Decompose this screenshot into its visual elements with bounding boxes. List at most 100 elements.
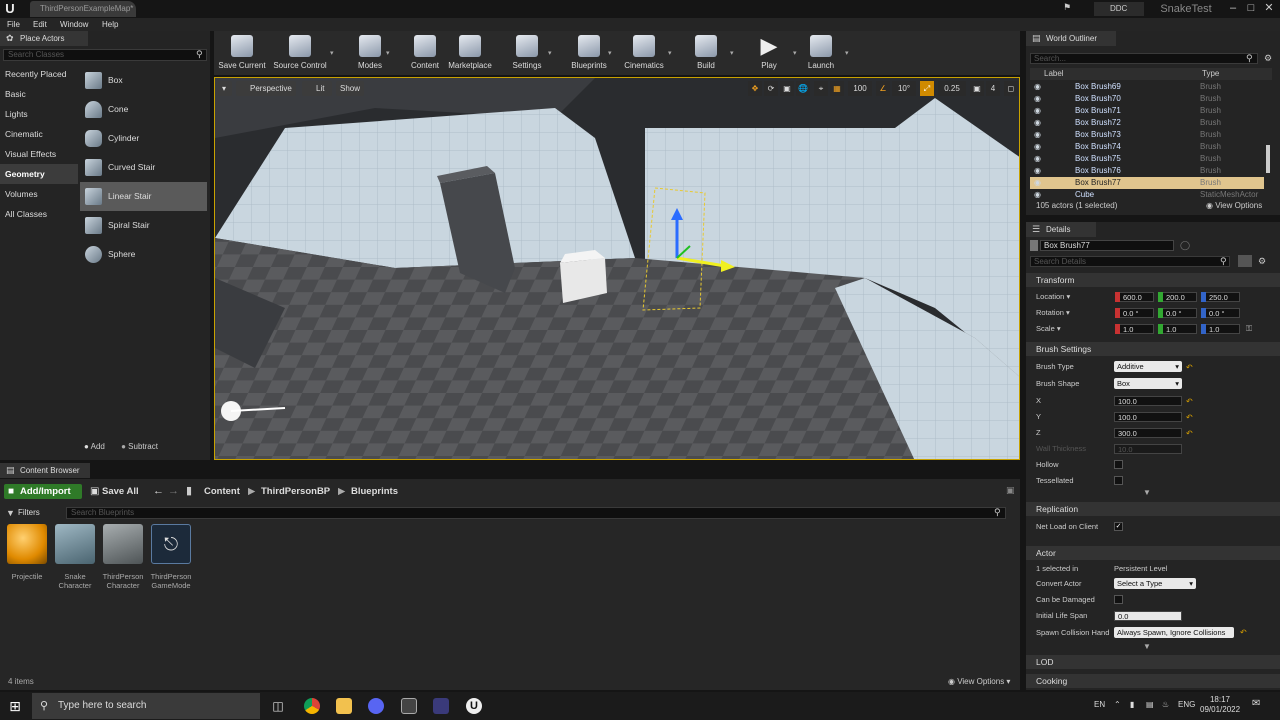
settings-button[interactable]: Settings — [499, 33, 555, 73]
outliner-settings-icon[interactable]: ⚙ — [1264, 53, 1272, 64]
snake-character-asset-thumbnail[interactable] — [55, 524, 95, 564]
rotate-icon[interactable]: ⟳ — [764, 81, 778, 96]
visibility-eye-icon[interactable]: ◉ — [1034, 129, 1041, 141]
convert-actor-select[interactable]: Select a Type ▾ — [1114, 578, 1196, 589]
rotation-label[interactable]: Rotation ▾ — [1036, 307, 1070, 319]
discord-icon[interactable] — [368, 698, 384, 714]
category-basic[interactable]: Basic — [0, 84, 78, 104]
gamemode-asset-thumbnail[interactable]: ⎋ — [151, 524, 191, 564]
windows-start-icon[interactable]: ⊞ — [0, 692, 30, 720]
category-cinematic[interactable]: Cinematic — [0, 124, 78, 144]
back-arrow-icon[interactable]: ← — [153, 484, 164, 499]
brush-y-input[interactable]: 100.0 — [1114, 412, 1182, 422]
rotation-y-input[interactable]: 0.0 ° — [1158, 308, 1197, 318]
shape-sphere[interactable]: Sphere — [80, 240, 207, 269]
viewport-scene[interactable] — [215, 78, 1020, 460]
lock-icon[interactable]: ◯ — [1180, 240, 1190, 251]
volume-icon[interactable]: ♨ — [1162, 700, 1169, 709]
chevron-down-icon[interactable]: ▾ — [668, 49, 674, 57]
breadcrumb-thirdpersonbp[interactable]: ThirdPersonBP — [261, 484, 330, 499]
net-load-checkbox[interactable]: ✓ — [1114, 522, 1123, 531]
projectile-asset-thumbnail[interactable] — [7, 524, 47, 564]
category-volumes[interactable]: Volumes — [0, 184, 78, 204]
shape-curved-stair[interactable]: Curved Stair — [80, 153, 207, 182]
menu-file[interactable]: File — [7, 18, 20, 31]
shape-linear-stair[interactable]: Linear Stair — [80, 182, 207, 211]
reset-arrow-icon[interactable]: ↶ — [1186, 363, 1193, 372]
breadcrumb-blueprints[interactable]: Blueprints — [351, 484, 398, 499]
reset-arrow-icon[interactable]: ↶ — [1186, 413, 1193, 422]
initial-life-span-input[interactable]: 0.0 — [1114, 611, 1182, 621]
expand-advanced-icon[interactable]: ▼ — [1143, 488, 1151, 497]
shape-cylinder[interactable]: Cylinder — [80, 124, 207, 153]
menu-help[interactable]: Help — [102, 18, 118, 31]
cooking-section-header[interactable]: Cooking — [1026, 674, 1280, 688]
outliner-row[interactable]: ◉ Box Brush74 Brush — [1030, 141, 1264, 153]
actor-section-header[interactable]: Actor — [1026, 546, 1280, 560]
scale-snap-value[interactable]: 0.25 — [938, 81, 966, 96]
task-view-icon[interactable]: ◫ — [270, 698, 286, 714]
details-search-input[interactable]: Search Details — [1030, 256, 1230, 267]
lock-icon[interactable]: ▣ — [1006, 485, 1015, 496]
col-type[interactable]: Type — [1202, 69, 1219, 78]
chevron-down-icon[interactable]: ▾ — [386, 49, 392, 57]
play-button[interactable]: ▶ Play — [741, 33, 797, 73]
add-import-button[interactable]: Add/Import — [4, 484, 82, 499]
outliner-row[interactable]: ◉ Box Brush75 Brush — [1030, 153, 1264, 165]
save-current-button[interactable]: Save Current — [214, 33, 270, 73]
notifications-icon[interactable]: ✉ — [1252, 698, 1260, 709]
close-icon[interactable]: ✕ — [1260, 0, 1278, 18]
location-z-input[interactable]: 250.0 — [1201, 292, 1240, 302]
brush-z-input[interactable]: 300.0 — [1114, 428, 1182, 438]
search-blueprints-input[interactable]: Search Blueprints — [66, 507, 1006, 519]
file-explorer-icon[interactable] — [336, 698, 352, 714]
outliner-search-input[interactable]: Search... — [1030, 53, 1258, 64]
can-be-damaged-checkbox[interactable] — [1114, 595, 1123, 604]
grid-snap-value[interactable]: 100 — [848, 81, 872, 96]
search-icon[interactable]: ⚲ — [994, 507, 1001, 518]
visibility-eye-icon[interactable]: ◉ — [1034, 177, 1041, 189]
grid-snap-icon[interactable]: ▦ — [830, 81, 844, 96]
outliner-row[interactable]: ◉ Cube StaticMeshActor — [1030, 189, 1264, 201]
visibility-eye-icon[interactable]: ◉ — [1034, 189, 1041, 201]
build-button[interactable]: Build — [678, 33, 734, 73]
world-local-icon[interactable]: 🌐 — [796, 81, 810, 96]
network-icon[interactable]: ▤ — [1146, 700, 1154, 709]
rotation-x-input[interactable]: 0.0 ° — [1115, 308, 1154, 318]
outliner-row[interactable]: ◉ Box Brush76 Brush — [1030, 165, 1264, 177]
location-x-input[interactable]: 600.0 — [1115, 292, 1154, 302]
spawn-collision-select[interactable]: Always Spawn, Ignore Collisions — [1114, 627, 1234, 638]
location-y-input[interactable]: 200.0 — [1158, 292, 1197, 302]
chevron-down-icon[interactable]: ▾ — [730, 49, 736, 57]
brush-shape-select[interactable]: Box ▾ — [1114, 378, 1182, 389]
brush-settings-section-header[interactable]: Brush Settings — [1026, 342, 1280, 356]
scale-label[interactable]: Scale ▾ — [1036, 323, 1061, 335]
tessellated-checkbox[interactable] — [1114, 476, 1123, 485]
expand-advanced-icon[interactable]: ▼ — [1143, 642, 1151, 651]
chevron-down-icon[interactable]: ▾ — [330, 49, 336, 57]
brush-type-select[interactable]: Additive ▾ — [1114, 361, 1182, 372]
shape-box[interactable]: Box — [80, 66, 207, 95]
map-tab[interactable]: ThirdPersonExampleMap* — [30, 1, 136, 17]
outliner-row[interactable]: ◉ Box Brush69 Brush — [1030, 81, 1264, 93]
category-lights[interactable]: Lights — [0, 104, 78, 124]
translate-icon[interactable]: ✥ — [748, 81, 762, 96]
add-radio-icon[interactable]: ● — [84, 442, 89, 451]
ddc-indicator[interactable]: DDC — [1094, 2, 1144, 16]
viewport-menu-button[interactable]: ▾ — [218, 81, 232, 96]
subtract-label[interactable]: Subtract — [128, 442, 158, 451]
visibility-eye-icon[interactable]: ◉ — [1034, 81, 1041, 93]
show-button[interactable]: Show — [336, 81, 364, 96]
maximize-viewport-icon[interactable]: ◻ — [1004, 81, 1018, 96]
shape-spiral-stair[interactable]: Spiral Stair — [80, 211, 207, 240]
unreal-engine-icon[interactable]: U — [466, 698, 482, 714]
category-recently-placed[interactable]: Recently Placed — [0, 64, 78, 84]
shape-cone[interactable]: Cone — [80, 95, 207, 124]
outliner-scrollbar[interactable] — [1266, 145, 1270, 173]
chevron-down-icon[interactable]: ▾ — [608, 49, 614, 57]
scale-icon[interactable]: ▣ — [780, 81, 794, 96]
outliner-row[interactable]: ◉ Box Brush72 Brush — [1030, 117, 1264, 129]
source-control-button[interactable]: Source Control — [272, 33, 328, 73]
cinematics-button[interactable]: Cinematics — [616, 33, 672, 73]
camera-speed-value[interactable]: 4 — [986, 81, 1000, 96]
